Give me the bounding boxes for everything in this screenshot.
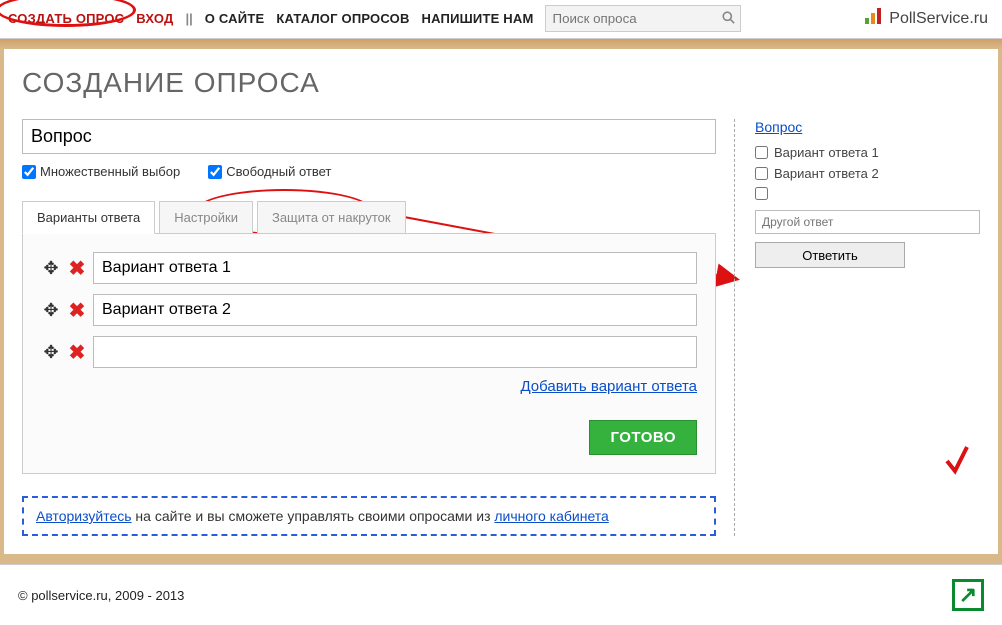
preview-checkbox-3[interactable] bbox=[755, 187, 768, 200]
option-input-3[interactable] bbox=[93, 336, 697, 368]
option-row: ✥ ✖ bbox=[41, 294, 697, 326]
preview-checkbox-1[interactable] bbox=[755, 146, 768, 159]
done-button[interactable]: ГОТОВО bbox=[589, 420, 697, 455]
preview-option-label: Вариант ответа 1 bbox=[774, 145, 879, 160]
delete-icon[interactable]: ✖ bbox=[67, 342, 87, 362]
move-handle-icon[interactable]: ✥ bbox=[41, 342, 61, 363]
auth-login-link[interactable]: Авторизуйтесь bbox=[36, 508, 132, 524]
main-nav: СОЗДАТЬ ОПРОС ВХОД || О САЙТЕ КАТАЛОГ ОП… bbox=[8, 11, 533, 26]
search-box bbox=[545, 5, 741, 32]
option-input-2[interactable] bbox=[93, 294, 697, 326]
preview-option: Вариант ответа 1 bbox=[755, 145, 980, 160]
preview-question[interactable]: Вопрос bbox=[755, 119, 802, 135]
tab-antifraud[interactable]: Защита от накруток bbox=[257, 201, 406, 234]
options-area: ✥ ✖ ✥ ✖ ✥ ✖ Добавить вариант ответа ГОТО… bbox=[22, 234, 716, 474]
topbar: СОЗДАТЬ ОПРОС ВХОД || О САЙТЕ КАТАЛОГ ОП… bbox=[0, 0, 1002, 39]
auth-cabinet-link[interactable]: личного кабинета bbox=[494, 508, 608, 524]
option-row: ✥ ✖ bbox=[41, 252, 697, 284]
footer-copyright: © pollservice.ru, 2009 - 2013 bbox=[18, 588, 184, 603]
delete-icon[interactable]: ✖ bbox=[67, 300, 87, 320]
brand-text: PollService.ru bbox=[889, 10, 988, 28]
checkbox-free-input[interactable] bbox=[208, 165, 222, 179]
auth-notice: Авторизуйтесь на сайте и вы сможете упра… bbox=[22, 496, 716, 536]
tab-settings[interactable]: Настройки bbox=[159, 201, 253, 234]
tab-options[interactable]: Варианты ответа bbox=[22, 201, 155, 234]
preview-option: Вариант ответа 2 bbox=[755, 166, 980, 181]
checkbox-multiple[interactable]: Множественный выбор bbox=[22, 164, 180, 179]
preview-checkbox-2[interactable] bbox=[755, 167, 768, 180]
option-row: ✥ ✖ bbox=[41, 336, 697, 368]
footer-badge-icon: ↗ bbox=[952, 579, 984, 611]
delete-icon[interactable]: ✖ bbox=[67, 258, 87, 278]
editor-column: Множественный выбор Свободный ответ Вари… bbox=[22, 119, 735, 536]
nav-contact[interactable]: НАПИШИТЕ НАМ bbox=[422, 11, 534, 26]
preview-free-input[interactable] bbox=[755, 210, 980, 234]
option-input-1[interactable] bbox=[93, 252, 697, 284]
nav-about[interactable]: О САЙТЕ bbox=[205, 11, 265, 26]
preview-option-label: Вариант ответа 2 bbox=[774, 166, 879, 181]
nav-create-poll[interactable]: СОЗДАТЬ ОПРОС bbox=[8, 11, 124, 26]
preview-column: Вопрос Вариант ответа 1 Вариант ответа 2… bbox=[755, 119, 980, 536]
search-icon[interactable] bbox=[716, 11, 740, 27]
brand-logo-icon bbox=[865, 8, 883, 29]
tabs: Варианты ответа Настройки Защита от накр… bbox=[22, 201, 716, 234]
brand: PollService.ru bbox=[865, 8, 988, 29]
checkbox-multiple-label: Множественный выбор bbox=[40, 164, 180, 179]
preview-option bbox=[755, 187, 980, 200]
add-option-link[interactable]: Добавить вариант ответа bbox=[41, 378, 697, 395]
nav-separator: || bbox=[186, 11, 193, 26]
checkbox-multiple-input[interactable] bbox=[22, 165, 36, 179]
answer-button[interactable]: Ответить bbox=[755, 242, 905, 268]
auth-mid-text: на сайте и вы сможете управлять своими о… bbox=[132, 508, 495, 524]
nav-catalog[interactable]: КАТАЛОГ ОПРОСОВ bbox=[276, 11, 409, 26]
footer: © pollservice.ru, 2009 - 2013 ↗ bbox=[0, 564, 1002, 625]
main-panel: СОЗДАНИЕ ОПРОСА Множественный выбор Своб… bbox=[4, 49, 998, 554]
page-title: СОЗДАНИЕ ОПРОСА bbox=[22, 67, 980, 99]
checkbox-free-label: Свободный ответ bbox=[226, 164, 331, 179]
checkbox-free[interactable]: Свободный ответ bbox=[208, 164, 331, 179]
move-handle-icon[interactable]: ✥ bbox=[41, 258, 61, 279]
question-input[interactable] bbox=[22, 119, 716, 154]
search-input[interactable] bbox=[546, 6, 716, 31]
move-handle-icon[interactable]: ✥ bbox=[41, 300, 61, 321]
nav-login[interactable]: ВХОД bbox=[136, 11, 173, 26]
